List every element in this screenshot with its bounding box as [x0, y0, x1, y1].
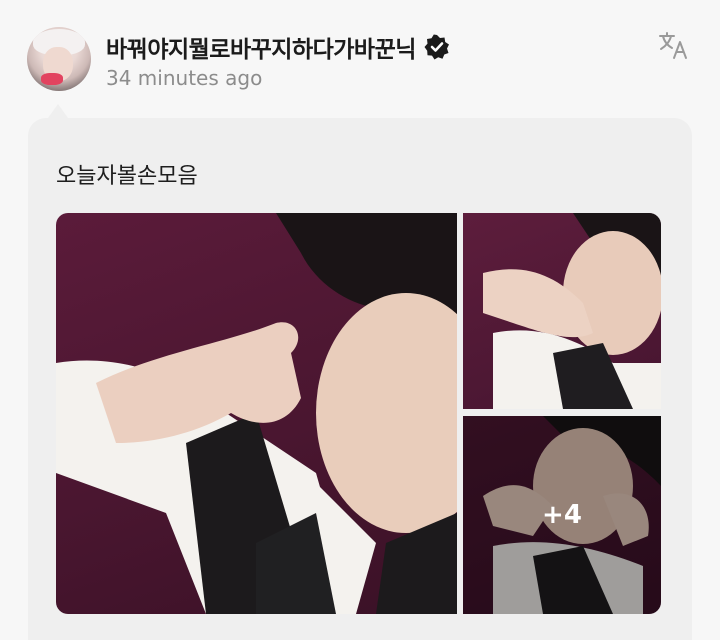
- translate-icon[interactable]: [658, 30, 690, 60]
- post-page: 바꿔야지뭘로바꾸지하다가바꾼닉 34 minutes ago 오늘자볼손모음 +…: [0, 0, 720, 640]
- verified-badge-icon: [424, 34, 450, 60]
- more-photos-count: +4: [542, 500, 582, 530]
- post-photo-2[interactable]: [463, 213, 661, 409]
- post-photo-main[interactable]: [56, 213, 457, 614]
- post-timestamp: 34 minutes ago: [106, 66, 263, 90]
- author-name-row: 바꿔야지뭘로바꾸지하다가바꾼닉: [106, 30, 450, 64]
- more-photos-overlay[interactable]: +4: [463, 416, 661, 614]
- post-photo-3[interactable]: +4: [463, 416, 661, 614]
- author-avatar[interactable]: [27, 27, 91, 91]
- author-username[interactable]: 바꿔야지뭘로바꾸지하다가바꾼닉: [106, 30, 416, 64]
- bubble-tail: [48, 104, 68, 118]
- post-text: 오늘자볼손모음: [56, 164, 198, 189]
- avatar-lips: [41, 73, 63, 85]
